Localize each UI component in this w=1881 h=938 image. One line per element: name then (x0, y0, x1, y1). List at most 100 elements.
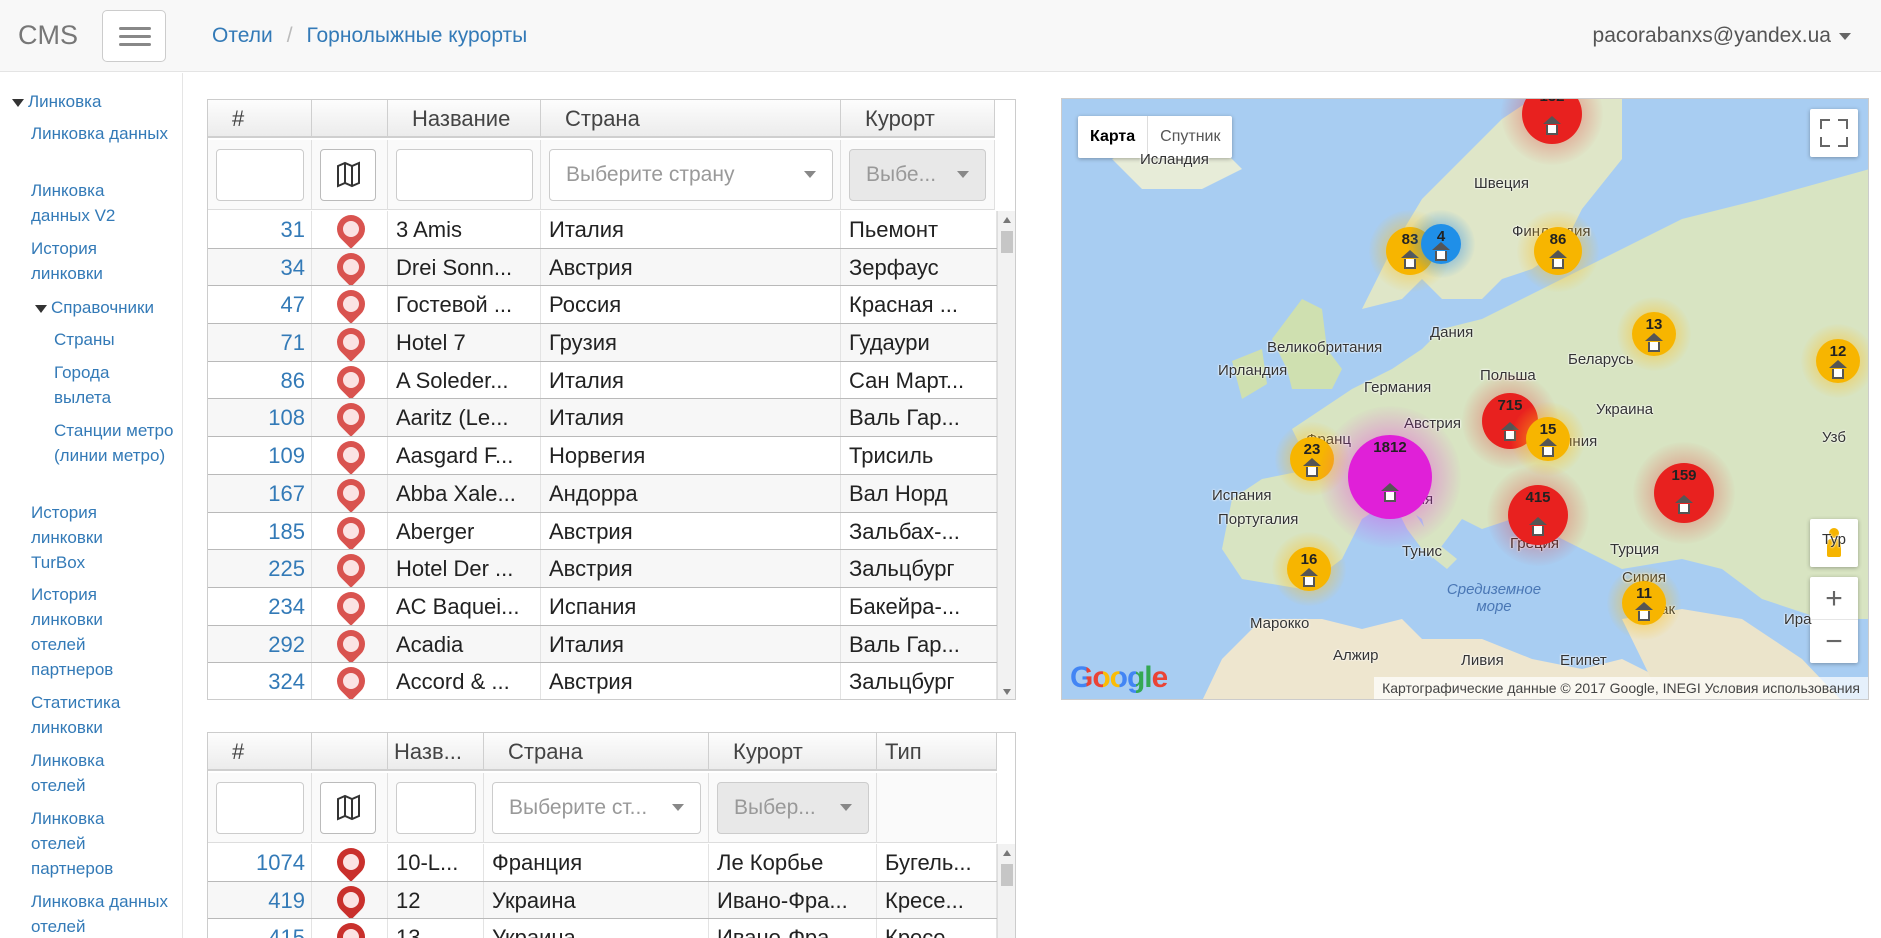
sidebar-item-linking-stats[interactable]: Статистика линковки (31, 690, 171, 740)
cell-map[interactable] (312, 399, 388, 437)
name-filter-input[interactable] (396, 149, 533, 201)
map-pin-icon[interactable] (331, 248, 371, 286)
cell-map[interactable] (312, 248, 388, 286)
clusters-map[interactable]: Карта Спутник + − ИсландияШвецияФинлянди… (1061, 98, 1869, 700)
sidebar-item-linking[interactable]: Линковка (12, 89, 101, 114)
table-row[interactable]: 292 Acadia Италия Валь Гар... (208, 625, 997, 664)
map-attribution[interactable]: Картографические данные © 2017 Google, I… (1374, 677, 1868, 699)
table-row[interactable]: 225 Hotel Der ... Австрия Зальцбург (208, 550, 997, 588)
map-cluster-marker[interactable]: 415 (1487, 464, 1589, 566)
column-header-resort[interactable]: Курорт (841, 100, 995, 138)
table-row[interactable]: 47 Гостевой ... Россия Красная ... (208, 286, 997, 325)
country-filter-select[interactable]: Выберите ст... (492, 782, 701, 834)
cell-id[interactable]: 225 (208, 550, 312, 587)
table-row[interactable]: 324 Accord & ... Австрия Зальцбург (208, 663, 997, 699)
map-cluster-marker[interactable]: 16 (1271, 531, 1347, 607)
breadcrumb-ski-resorts[interactable]: Горнолыжные курорты (307, 24, 528, 47)
map-pin-icon[interactable] (331, 550, 371, 587)
cell-id[interactable]: 292 (208, 625, 312, 663)
sidebar-item-data-linking[interactable]: Линковка данных (31, 121, 171, 146)
column-header-map[interactable] (312, 100, 388, 138)
sidebar-item-departure-cities[interactable]: Города вылета (54, 360, 164, 410)
fullscreen-button[interactable] (1810, 109, 1858, 157)
zoom-out-button[interactable]: − (1810, 620, 1858, 663)
table-row[interactable]: 108 Aaritz (Le... Италия Валь Гар... (208, 399, 997, 438)
sidebar-item-turbox-history[interactable]: История линковки TurBox (31, 500, 141, 575)
cell-id[interactable]: 415 (208, 919, 312, 938)
map-type-map-button[interactable]: Карта (1078, 116, 1149, 158)
column-header-name[interactable]: Назв... (388, 733, 484, 771)
scroll-down-icon[interactable] (1003, 689, 1011, 695)
map-pin-icon[interactable] (331, 512, 371, 550)
table-row[interactable]: 71 Hotel 7 Грузия Гудаури (208, 324, 997, 362)
table-row[interactable]: 34 Drei Sonn... Австрия Зерфаус (208, 248, 997, 287)
map-pin-icon[interactable] (331, 437, 371, 474)
cell-id[interactable]: 1074 (208, 844, 312, 881)
scroll-up-icon[interactable] (1003, 217, 1011, 223)
sidebar-item-partner-hotels-history[interactable]: История линковки отелей партнеров (31, 582, 141, 682)
id-filter-input[interactable] (216, 782, 304, 834)
sidebar-item-data-linking-v2[interactable]: Линковка данных V2 (31, 178, 161, 228)
sidebar-item-directories[interactable]: Справочники (35, 295, 154, 320)
cell-id[interactable]: 167 (208, 474, 312, 512)
cell-id[interactable]: 419 (208, 881, 312, 919)
map-filter-button[interactable] (320, 149, 376, 201)
cell-map[interactable] (312, 663, 388, 699)
column-header-id[interactable]: # (208, 100, 312, 138)
cell-map[interactable] (312, 919, 388, 938)
column-header-id[interactable]: # (208, 733, 312, 771)
cell-id[interactable]: 324 (208, 663, 312, 699)
map-cluster-marker[interactable]: 4 (1407, 210, 1475, 278)
scrollbar-thumb[interactable] (1001, 864, 1013, 886)
table-row[interactable]: 167 Abba Xale... Андорра Вал Норд (208, 474, 997, 513)
table-row[interactable]: 419 12 Украина Ивано-Фра... Кресе... (208, 881, 997, 920)
cell-id[interactable]: 108 (208, 399, 312, 437)
table-row[interactable]: 234 AC Baquei... Испания Бакейра-... (208, 587, 997, 626)
cell-map[interactable] (312, 361, 388, 399)
vertical-scrollbar[interactable] (997, 211, 1015, 699)
table-row[interactable]: 86 A Soleder... Италия Сан Март... (208, 361, 997, 400)
cell-id[interactable]: 71 (208, 324, 312, 361)
map-pin-icon[interactable] (331, 286, 371, 324)
name-filter-input[interactable] (396, 782, 476, 834)
cell-map[interactable] (312, 474, 388, 512)
cell-id[interactable]: 34 (208, 248, 312, 286)
sidebar-item-metro-stations[interactable]: Станции метро (линии метро) (54, 418, 179, 468)
cell-map[interactable] (312, 587, 388, 625)
map-cluster-marker[interactable]: 159 (1633, 442, 1735, 544)
cell-id[interactable]: 109 (208, 437, 312, 474)
vertical-scrollbar[interactable] (997, 844, 1015, 938)
sidebar-item-hotel-data-linking[interactable]: Линковка данных отелей (31, 889, 171, 938)
sidebar-toggle-button[interactable] (102, 10, 166, 62)
map-cluster-marker[interactable]: 13 (1616, 296, 1692, 372)
column-header-type[interactable]: Тип (877, 733, 997, 771)
table-row[interactable]: 1074 10-L... Франция Ле Корбье Бугель... (208, 844, 997, 882)
cell-map[interactable] (312, 324, 388, 361)
cell-map[interactable] (312, 550, 388, 587)
cell-map[interactable] (312, 211, 388, 248)
column-header-country[interactable]: Страна (484, 733, 709, 771)
user-menu[interactable]: pacorabanxs@yandex.ua (1593, 24, 1851, 48)
column-header-name[interactable]: Название (388, 100, 541, 138)
map-cluster-marker[interactable]: 86 (1517, 210, 1599, 292)
sidebar-item-countries[interactable]: Страны (54, 327, 115, 352)
map-pin-icon[interactable] (331, 324, 371, 361)
cell-map[interactable] (312, 881, 388, 919)
table-row[interactable]: 109 Aasgard F... Норвегия Трисиль (208, 437, 997, 475)
sidebar-item-linking-history[interactable]: История линковки (31, 236, 161, 286)
breadcrumb-hotels[interactable]: Отели (212, 24, 273, 47)
sidebar-item-hotel-linking[interactable]: Линковка отелей (31, 748, 141, 798)
map-cluster-marker[interactable]: 12 (1800, 323, 1868, 399)
cell-id[interactable]: 47 (208, 286, 312, 324)
brand-logo[interactable]: CMS (18, 20, 78, 51)
map-pin-icon[interactable] (331, 211, 371, 248)
cell-map[interactable] (312, 625, 388, 663)
map-filter-button[interactable] (320, 782, 376, 834)
column-header-resort[interactable]: Курорт (709, 733, 877, 771)
map-pin-icon[interactable] (331, 881, 371, 919)
map-pin-icon[interactable] (331, 844, 371, 881)
map-cluster-marker[interactable]: 11 (1606, 565, 1682, 641)
table-row[interactable]: 31 3 Amis Италия Пьемонт (208, 211, 997, 249)
cell-map[interactable] (312, 286, 388, 324)
cell-map[interactable] (312, 437, 388, 474)
